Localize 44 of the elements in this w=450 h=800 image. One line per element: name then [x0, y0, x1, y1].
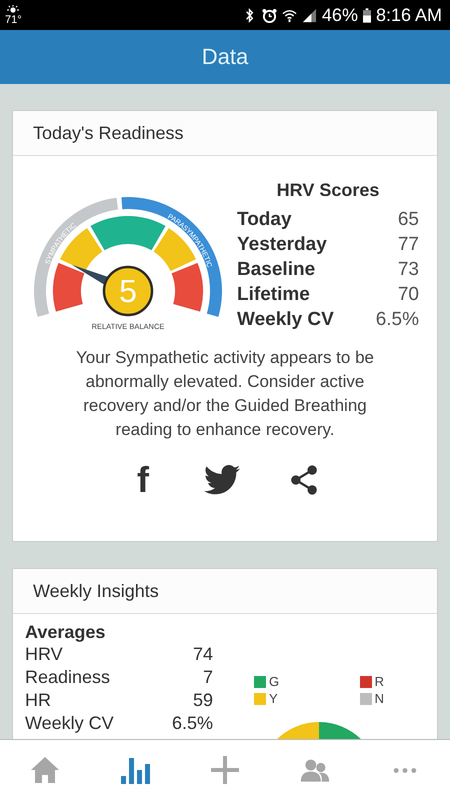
score-label: Weekly CV — [237, 308, 334, 332]
average-label: HRV — [25, 643, 63, 666]
temperature: 71° — [5, 14, 22, 26]
legend-label: G — [269, 674, 280, 689]
score-value: 65 — [398, 208, 419, 232]
plus-icon[interactable] — [210, 756, 240, 784]
readiness-value: 5 — [119, 273, 137, 309]
average-value: 6.5% — [172, 712, 213, 735]
signal-icon — [302, 8, 317, 22]
legend-label: Y — [269, 691, 278, 706]
average-label: Readiness — [25, 666, 110, 689]
card-title: Weekly Insights — [33, 580, 159, 602]
average-label: HR — [25, 689, 51, 712]
home-icon[interactable] — [30, 756, 60, 784]
score-value: 70 — [398, 283, 419, 307]
share-icon[interactable] — [290, 464, 318, 496]
score-label: Yesterday — [237, 233, 327, 257]
wifi-icon — [282, 8, 297, 22]
battery-icon — [362, 8, 371, 22]
card-title: Today's Readiness — [33, 122, 184, 144]
score-label: Today — [237, 208, 292, 232]
screen-title: Data — [202, 44, 248, 70]
bird-icon[interactable] — [204, 465, 240, 495]
sun-icon — [6, 4, 20, 14]
facebook-icon[interactable]: f — [132, 462, 154, 498]
score-value: 77 — [398, 233, 419, 257]
alarm-icon — [262, 8, 277, 22]
score-value: 73 — [398, 258, 419, 282]
clock: 8:16 AM — [376, 4, 442, 26]
average-value: 74 — [192, 643, 213, 666]
score-value: 6.5% — [376, 308, 419, 332]
more-icon[interactable] — [393, 766, 417, 774]
bar-chart-icon[interactable] — [120, 756, 150, 784]
average-value: 7 — [202, 666, 213, 689]
average-value: 59 — [192, 689, 213, 712]
battery-percent: 46% — [322, 4, 358, 26]
averages-title: Averages — [25, 622, 106, 643]
average-label: Weekly CV — [25, 712, 114, 735]
score-label: Baseline — [237, 258, 316, 282]
legend-label: N — [374, 691, 384, 706]
score-label: Lifetime — [237, 283, 310, 307]
scores-title: HRV Scores — [276, 180, 380, 201]
readiness-message: Your Sympathetic activity appears to be abnormally elevated. Consider active recovery and/or the Guided Breathing reading to enhance recovery. — [75, 347, 375, 441]
legend-label: R — [374, 674, 384, 689]
